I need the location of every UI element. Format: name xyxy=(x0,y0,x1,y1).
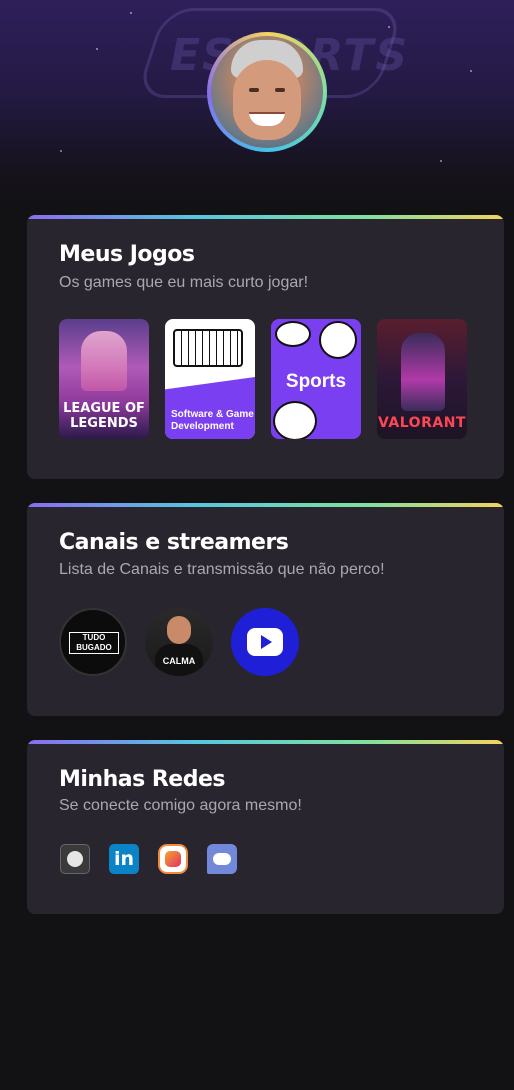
social-card: Minhas Redes Se conecte comigo agora mes… xyxy=(27,740,504,914)
linkedin-icon[interactable]: in xyxy=(109,844,139,874)
social-title: Minhas Redes xyxy=(59,767,225,792)
game-software-development[interactable]: Software & Game Development xyxy=(165,319,255,439)
channel-streamer[interactable]: CALMA xyxy=(145,608,213,676)
social-subtitle: Se conecte comigo agora mesmo! xyxy=(59,797,302,814)
game-sports[interactable]: Sports xyxy=(271,319,361,439)
avatar xyxy=(211,36,323,148)
channel-youtube[interactable] xyxy=(231,608,299,676)
avatar-ring xyxy=(207,32,327,152)
discord-icon[interactable] xyxy=(207,844,237,874)
game-label: Software & Game Development xyxy=(171,409,254,432)
github-icon[interactable] xyxy=(60,844,90,874)
game-league-of-legends[interactable]: LEAGUE OF LEGENDS xyxy=(59,319,149,439)
channels-title: Canais e streamers xyxy=(59,530,289,555)
channels-card: Canais e streamers Lista de Canais e tra… xyxy=(27,503,504,716)
games-card: Meus Jogos Os games que eu mais curto jo… xyxy=(27,215,504,479)
game-valorant[interactable]: VALORANT xyxy=(377,319,467,439)
games-subtitle: Os games que eu mais curto jogar! xyxy=(59,274,309,291)
channel-tudo-bugado[interactable]: TUDO BUGADO xyxy=(59,608,127,676)
page: ESPORTS Meus Jogos Os games que eu mais … xyxy=(0,0,514,1090)
channel-label: TUDO BUGADO xyxy=(69,632,119,654)
game-label: LEAGUE OF LEGENDS xyxy=(63,401,145,431)
game-label: Sports xyxy=(285,371,347,392)
games-title: Meus Jogos xyxy=(59,242,195,267)
game-label: VALORANT xyxy=(378,415,466,431)
instagram-icon[interactable] xyxy=(158,844,188,874)
channel-label: CALMA xyxy=(162,656,196,666)
channels-subtitle: Lista de Canais e transmissão que não pe… xyxy=(59,561,385,578)
